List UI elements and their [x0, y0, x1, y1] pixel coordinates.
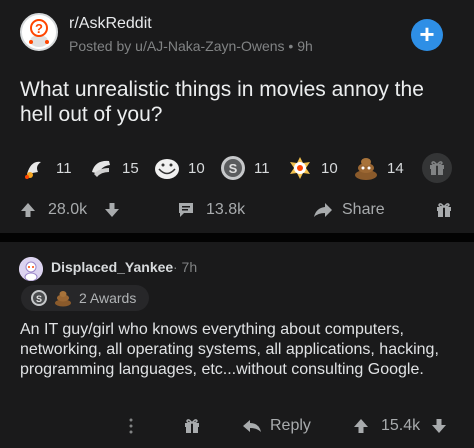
subreddit-name[interactable]: r/AskReddit — [69, 15, 152, 33]
share-label: Share — [342, 201, 385, 218]
award-count: 11 — [56, 159, 72, 177]
join-button[interactable]: + — [411, 19, 443, 51]
post-card: ? r/AskReddit Posted by u/AJ-Naka-Zayn-O… — [0, 0, 474, 233]
gift-icon — [185, 419, 199, 433]
award-wholesome[interactable]: 11 — [20, 151, 72, 185]
comment-downvote-button[interactable] — [431, 412, 447, 440]
award-silver[interactable]: S 11 — [218, 151, 270, 185]
comment-bubble-icon — [179, 203, 193, 217]
comment-action-bar: Reply 15.4k — [0, 412, 474, 440]
reply-arrow-icon — [243, 420, 261, 432]
reply-button[interactable]: Reply — [242, 412, 311, 440]
award-all-seeing-upvote[interactable]: 10 — [285, 151, 338, 185]
share-button[interactable]: Share — [313, 196, 385, 224]
all-seeing-upvote-award-icon — [285, 153, 315, 183]
poop-award-icon — [351, 153, 381, 183]
comments-button[interactable]: 13.8k — [177, 196, 245, 224]
award-button[interactable] — [435, 196, 453, 224]
share-arrow-icon — [314, 203, 332, 217]
gift-icon — [437, 203, 451, 217]
comment-awards-badge[interactable]: S 2 Awards — [21, 285, 149, 311]
comment-score: 15.4k — [381, 417, 421, 434]
comment-awards-label: 2 Awards — [79, 290, 137, 306]
post-score: 28.0k — [48, 201, 88, 218]
award-poop[interactable]: 14 — [351, 151, 404, 185]
trollface-award-icon — [152, 153, 182, 183]
svg-text:?: ? — [35, 21, 43, 36]
svg-text:S: S — [229, 161, 238, 176]
award-facepalm[interactable]: 15 — [86, 151, 139, 185]
silver-award-icon: S — [31, 290, 47, 306]
comment-time: · 7h — [173, 259, 198, 275]
comment-username[interactable]: Displaced_Yankee — [51, 259, 173, 275]
avatar[interactable] — [19, 257, 43, 281]
silver-award-icon: S — [218, 153, 248, 183]
awards-row[interactable]: 11 15 10 S 11 10 14 — [20, 151, 460, 185]
comment-body: An IT guy/girl who knows everything abou… — [20, 321, 439, 378]
reply-label: Reply — [270, 417, 311, 434]
post-action-bar: 28.0k 13.8k Share — [0, 196, 474, 224]
award-count: 15 — [122, 159, 139, 177]
award-count: 10 — [188, 159, 205, 177]
more-options-button[interactable] — [128, 412, 134, 440]
wholesome-award-icon — [20, 153, 50, 183]
poop-award-icon — [55, 291, 71, 307]
post-title[interactable]: What unrealistic things in movies annoy … — [20, 77, 460, 127]
vertical-dots-icon — [129, 418, 133, 434]
award-count: 14 — [387, 159, 404, 177]
upvote-arrow-icon — [21, 203, 35, 217]
downvote-arrow-icon — [105, 203, 119, 217]
upvote-arrow-icon — [354, 419, 368, 433]
post-meta: Posted by u/AJ-Naka-Zayn-Owens • 9h — [69, 38, 313, 54]
downvote-button[interactable] — [104, 196, 120, 224]
comment: Displaced_Yankee · 7h S 2 Awards An IT g… — [0, 242, 474, 448]
card-divider — [0, 233, 474, 242]
comment-award-button[interactable] — [183, 412, 201, 440]
award-count: 10 — [321, 159, 338, 177]
give-award-icon[interactable] — [422, 153, 452, 183]
upvote-button[interactable] — [20, 196, 36, 224]
comment-count: 13.8k — [206, 201, 246, 218]
subreddit-icon[interactable]: ? — [20, 13, 58, 51]
svg-text:S: S — [36, 294, 42, 304]
award-trollface[interactable]: 10 — [152, 151, 205, 185]
downvote-arrow-icon — [432, 419, 446, 433]
award-count: 11 — [254, 159, 270, 177]
facepalm-award-icon — [86, 153, 116, 183]
comment-upvote-button[interactable] — [353, 412, 369, 440]
